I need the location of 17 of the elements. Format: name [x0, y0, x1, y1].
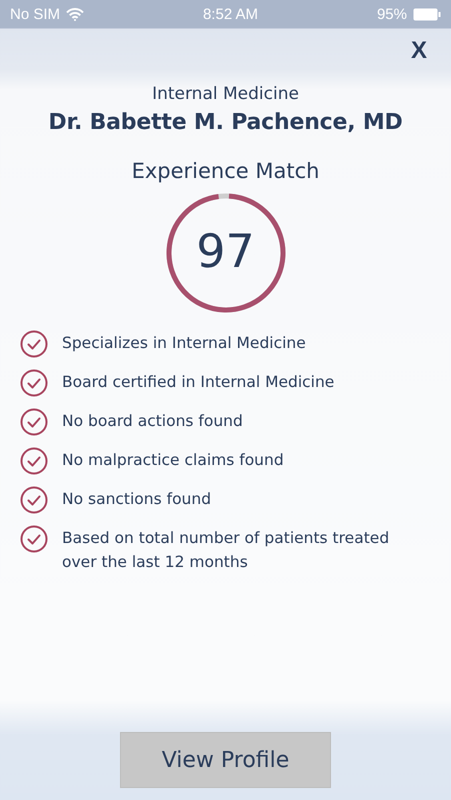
- criterion-text: Based on total number of patients treated over the last 12 months: [62, 528, 390, 573]
- criterion-text: No malpractice claims found: [62, 450, 284, 471]
- battery-percent: 95%: [376, 6, 407, 22]
- criterion-text: No board actions found: [62, 411, 243, 432]
- criterion-text: No sanctions found: [62, 489, 212, 510]
- match-score: 97: [195, 223, 256, 280]
- criterion-text: Board certified in Internal Medicine: [62, 372, 334, 393]
- view-profile-button[interactable]: View Profile: [120, 732, 331, 788]
- wifi-icon: [66, 8, 84, 20]
- battery-icon: [413, 8, 441, 20]
- match-title: Experience Match: [130, 159, 320, 183]
- carrier-label: No SIM: [10, 6, 60, 22]
- clock-time: 8:52 AM: [202, 6, 258, 22]
- close-button[interactable]: X: [408, 36, 429, 66]
- criterion-text: Specializes in Internal Medicine: [62, 333, 306, 354]
- doctor-name: Dr. Babette M. Pachence, MD: [47, 110, 404, 135]
- specialty-label: Internal Medicine: [151, 84, 300, 104]
